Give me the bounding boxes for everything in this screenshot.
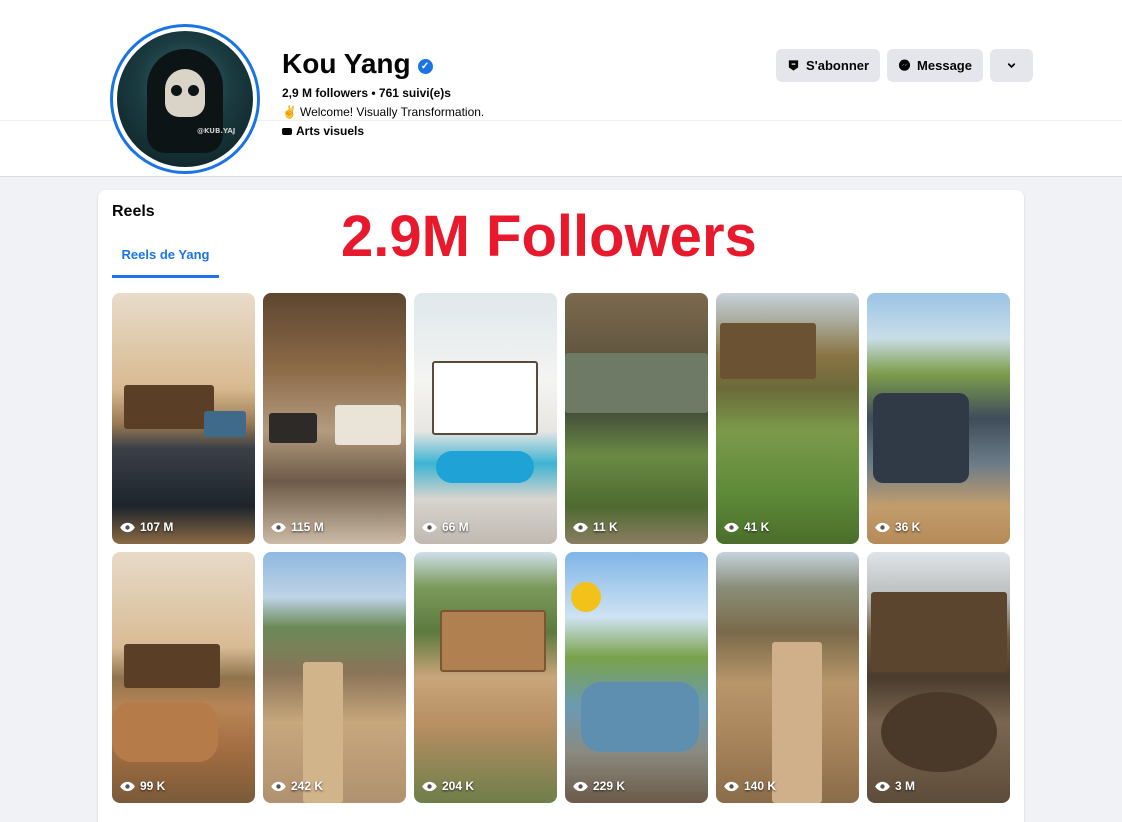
view-count: 242 K <box>270 779 323 793</box>
view-count-label: 107 M <box>140 520 174 534</box>
reel-tile[interactable]: 3 M <box>867 552 1010 803</box>
shield-icon <box>788 60 799 71</box>
reel-tile[interactable]: 115 M <box>263 293 406 544</box>
tab-reels-de-yang[interactable]: Reels de Yang <box>112 234 219 278</box>
eye-icon <box>120 522 135 532</box>
hut-shape <box>124 385 214 429</box>
pool-shape <box>436 451 534 483</box>
view-count: 140 K <box>723 779 776 793</box>
view-count: 204 K <box>421 779 474 793</box>
view-count-label: 11 K <box>593 520 618 534</box>
reels-title: Reels <box>112 203 155 220</box>
view-count-label: 36 K <box>895 520 921 534</box>
road-shape <box>772 642 822 803</box>
reel-tile[interactable]: 99 K <box>112 552 255 803</box>
eye-icon <box>724 781 739 791</box>
view-count-label: 66 M <box>442 520 469 534</box>
profile-category-label: Arts visuels <box>296 124 365 138</box>
pond-shape <box>873 393 969 483</box>
view-count-label: 204 K <box>442 779 475 793</box>
view-count: 3 M <box>874 779 915 793</box>
avatar-eye-left <box>171 85 182 96</box>
message-button[interactable]: Message <box>887 49 983 82</box>
view-count-label: 140 K <box>744 779 777 793</box>
chevron-down-icon <box>1007 63 1016 69</box>
hut-shape <box>124 644 220 688</box>
reel-tile[interactable]: 204 K <box>414 552 557 803</box>
bed-shape <box>335 405 401 445</box>
view-count: 107 M <box>119 520 173 534</box>
view-count: 99 K <box>119 779 165 793</box>
reel-tile[interactable]: 66 M <box>414 293 557 544</box>
eye-icon <box>271 522 286 532</box>
pit-shape <box>881 692 997 772</box>
view-count-label: 3 M <box>895 779 916 793</box>
eye-icon <box>724 522 739 532</box>
profile-header: @KUB.YAJ Kou Yang ✓ 2,9 M followers • 76… <box>0 0 1122 177</box>
avatar-image: @KUB.YAJ <box>117 31 253 167</box>
view-count: 115 M <box>270 520 324 534</box>
view-count: 66 M <box>421 520 469 534</box>
reel-tile[interactable]: 11 K <box>565 293 708 544</box>
reel-tile[interactable]: 41 K <box>716 293 859 544</box>
view-count: 41 K <box>723 520 769 534</box>
profile-name[interactable]: Kou Yang <box>282 48 411 80</box>
view-count-label: 99 K <box>140 779 166 793</box>
pond-shape <box>581 682 699 752</box>
profile-bio-text: Welcome! Visually Transformation. <box>299 105 485 119</box>
profile-name-row: Kou Yang ✓ <box>282 48 433 80</box>
victory-hand-icon: ✌ <box>282 105 297 119</box>
reel-tile[interactable]: 229 K <box>565 552 708 803</box>
messenger-icon <box>898 59 911 71</box>
verified-badge-icon: ✓ <box>417 58 433 74</box>
thatched-hut-shape <box>871 592 1007 672</box>
reel-tile[interactable]: 140 K <box>716 552 859 803</box>
view-count-label: 242 K <box>291 779 324 793</box>
category-icon <box>282 127 292 135</box>
thatched-hut-shape <box>720 323 816 379</box>
eye-icon <box>573 522 588 532</box>
subscribe-label: S'abonner <box>806 58 870 73</box>
profile-stats[interactable]: 2,9 M followers • 761 suivi(e)s <box>282 86 451 100</box>
profile-actions: S'abonner Message <box>776 49 1033 82</box>
reel-tile[interactable]: 36 K <box>867 293 1010 544</box>
view-count: 36 K <box>874 520 920 534</box>
frame-house-shape <box>440 610 546 672</box>
profile-bio: ✌ Welcome! Visually Transformation. <box>282 105 484 119</box>
view-count-label: 115 M <box>291 520 324 534</box>
reels-panel: Reels Reels de Yang 2.9M Followers 107 M… <box>98 190 1024 822</box>
message-label: Message <box>917 58 972 73</box>
yellow-tree-shape <box>571 582 601 612</box>
eye-icon <box>422 781 437 791</box>
view-count: 229 K <box>572 779 625 793</box>
reel-tile[interactable]: 107 M <box>112 293 255 544</box>
truck-shape <box>204 411 246 437</box>
reel-tile[interactable]: 242 K <box>263 552 406 803</box>
eye-icon <box>271 781 286 791</box>
eye-icon <box>573 781 588 791</box>
avatar[interactable]: @KUB.YAJ <box>110 24 260 174</box>
view-count: 11 K <box>572 520 618 534</box>
more-options-button[interactable] <box>989 49 1033 82</box>
desk-shape <box>269 413 317 443</box>
profile-category: Arts visuels <box>282 124 364 138</box>
villa-shape <box>432 361 538 435</box>
eye-icon <box>120 781 135 791</box>
eye-icon <box>875 522 890 532</box>
view-count-label: 229 K <box>593 779 626 793</box>
followers-overlay-text: 2.9M Followers <box>341 204 757 269</box>
avatar-eye-right <box>188 85 199 96</box>
eye-icon <box>422 522 437 532</box>
eye-icon <box>875 781 890 791</box>
reels-grid: 107 M 115 M 66 M 11 K 41 K 36 K 99 K 242… <box>112 293 1012 803</box>
subscribe-button[interactable]: S'abonner <box>776 49 881 82</box>
muddy-pond-shape <box>112 702 218 762</box>
ruined-wall-shape <box>565 353 708 413</box>
view-count-label: 41 K <box>744 520 770 534</box>
avatar-tag: @KUB.YAJ <box>197 127 236 135</box>
